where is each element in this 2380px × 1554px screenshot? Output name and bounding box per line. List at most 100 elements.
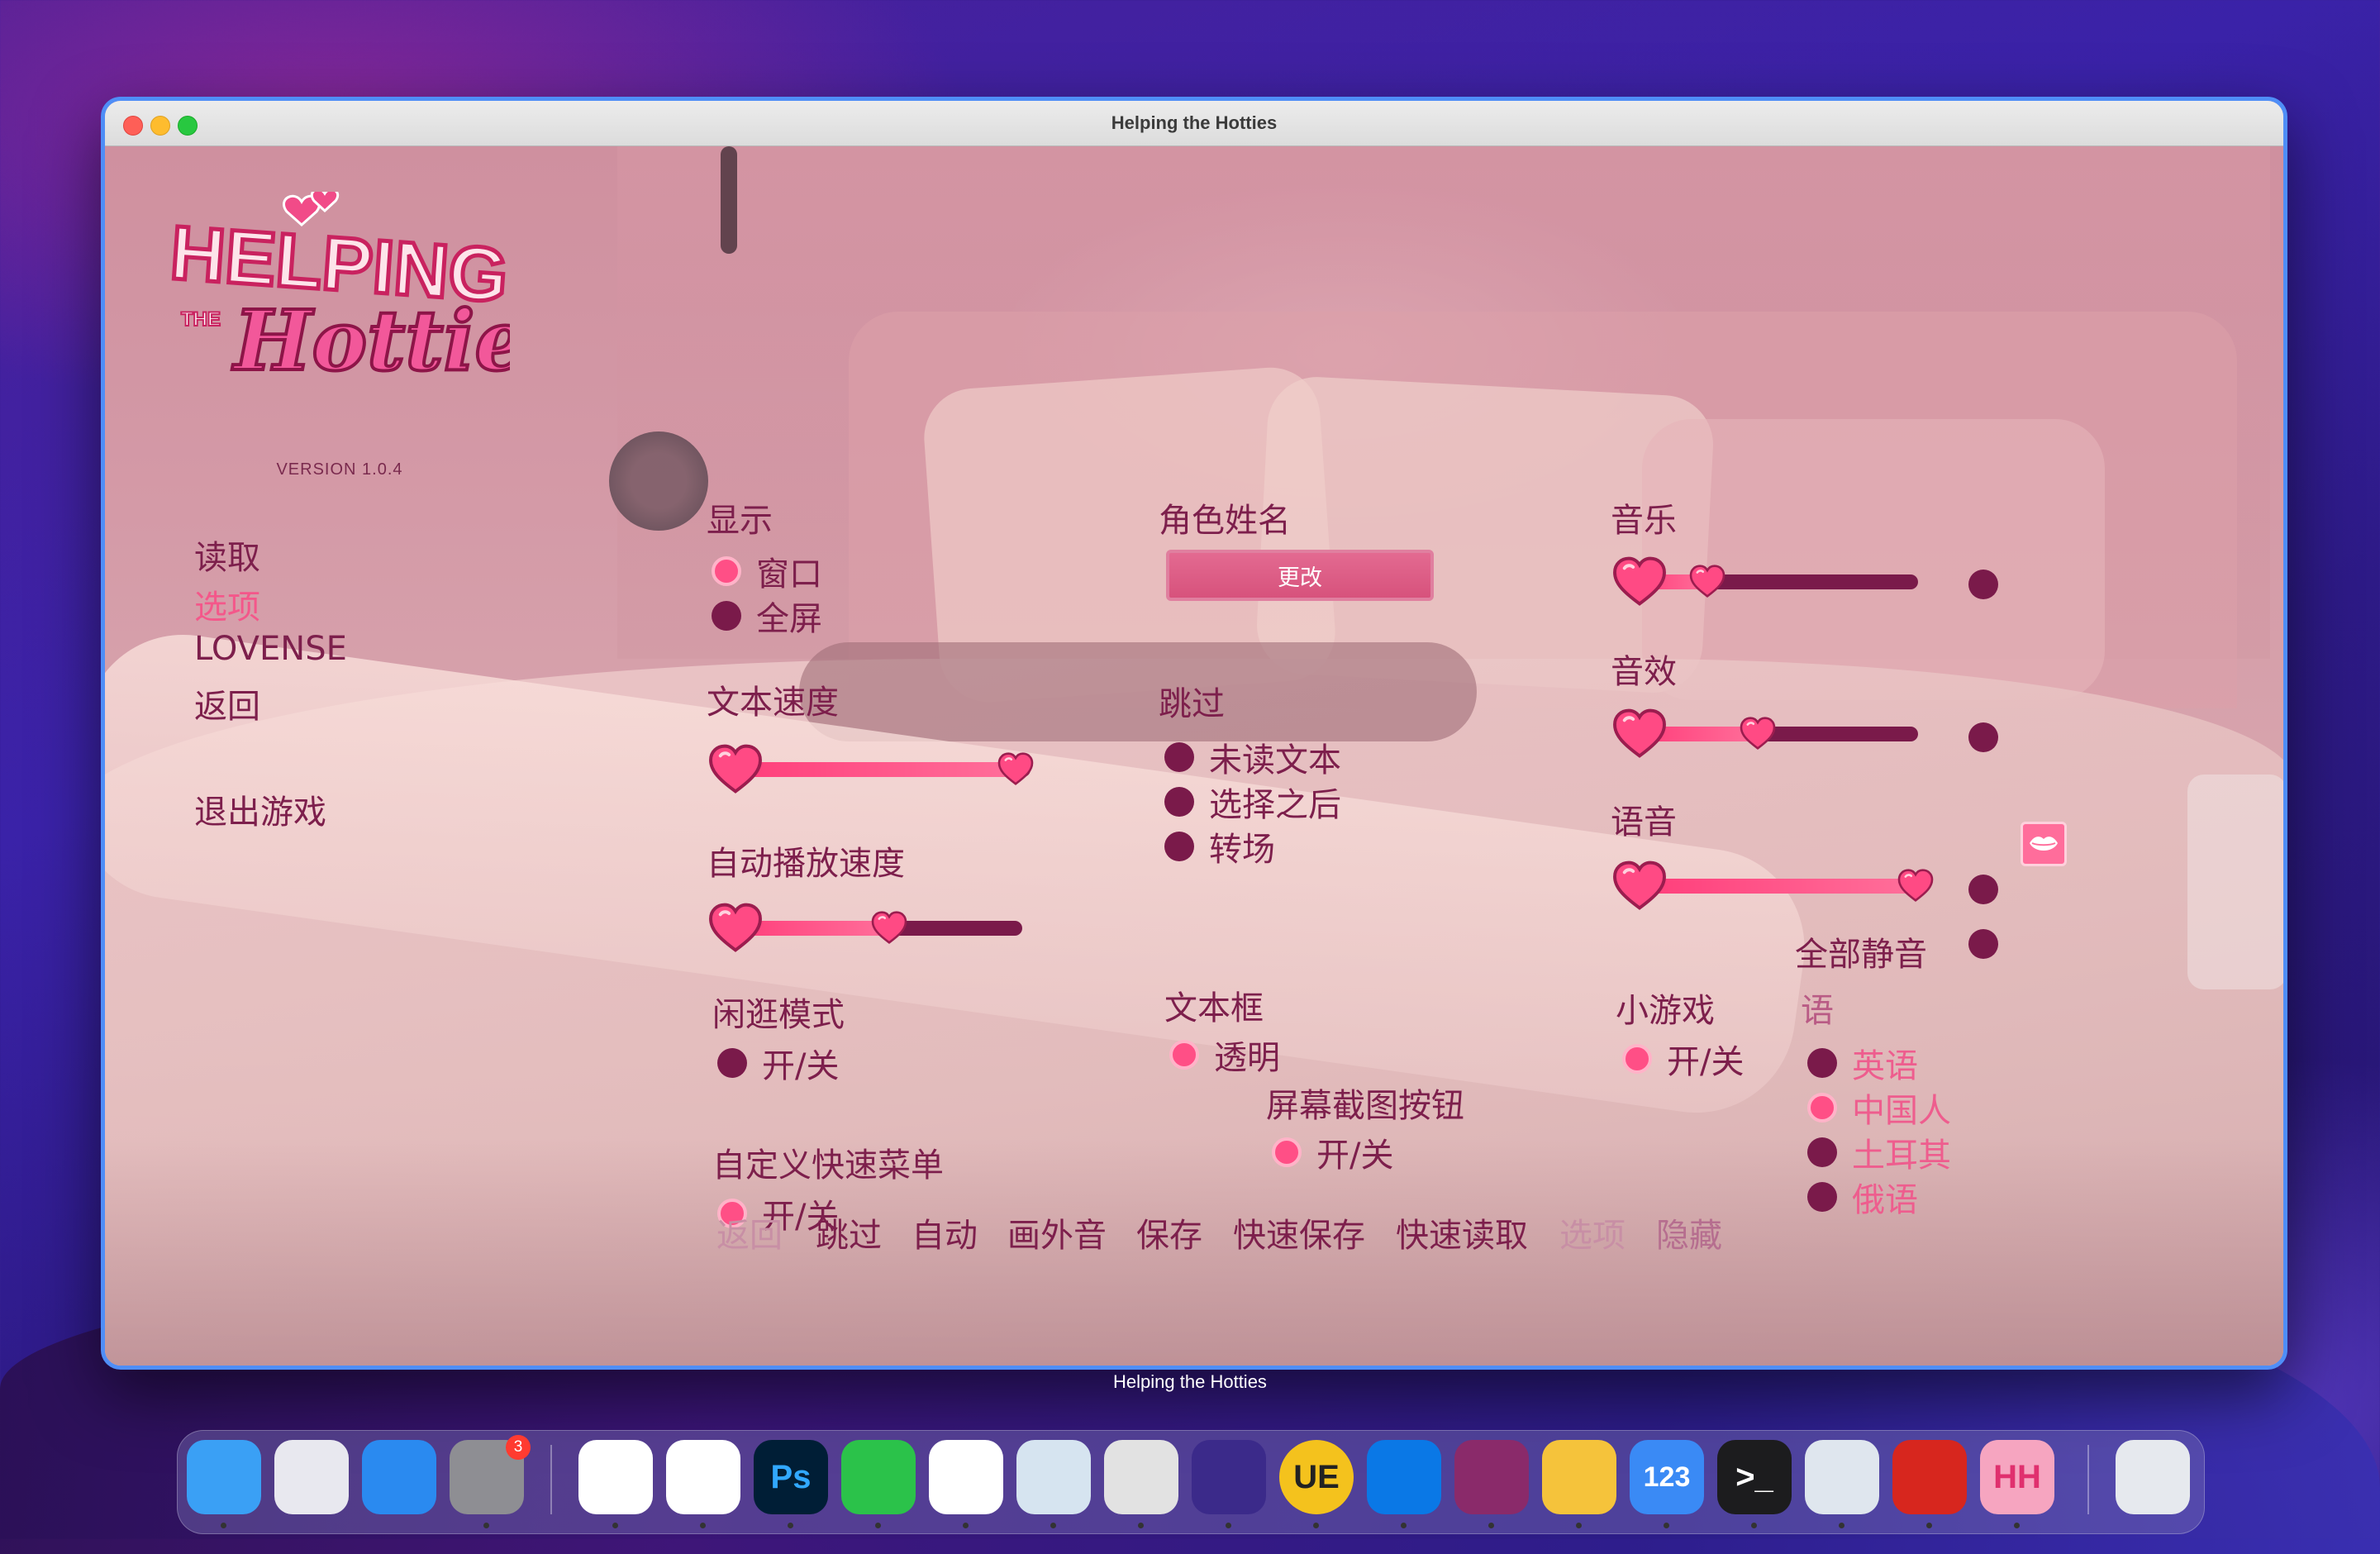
windows-icon[interactable] bbox=[1367, 1440, 1441, 1514]
quick-menu-save[interactable]: 保存 bbox=[1136, 1208, 1202, 1256]
language-chinese-option[interactable]: 中国人 bbox=[1807, 1084, 1951, 1132]
trash-icon[interactable] bbox=[2116, 1440, 2190, 1514]
launchpad-icon[interactable] bbox=[274, 1440, 349, 1514]
display-fullscreen-radio[interactable] bbox=[712, 601, 741, 631]
slider-heart-thumb[interactable] bbox=[1689, 565, 1726, 598]
skip-after-choices-radio[interactable] bbox=[1164, 787, 1194, 817]
screenshot-button-label: 开/关 bbox=[1316, 1137, 1394, 1175]
running-indicator bbox=[221, 1523, 226, 1528]
background-nightstand bbox=[2187, 775, 2283, 989]
music-heading: 音乐 bbox=[1611, 502, 1677, 540]
display-fullscreen-option[interactable]: 全屏 bbox=[712, 592, 822, 640]
display-fullscreen-label: 全屏 bbox=[756, 600, 822, 638]
language-russian-radio[interactable] bbox=[1807, 1182, 1837, 1212]
display-window-radio[interactable] bbox=[712, 556, 741, 586]
change-name-button[interactable]: 更改 bbox=[1166, 550, 1434, 601]
wechat-icon[interactable] bbox=[841, 1440, 916, 1514]
game-icon[interactable]: HH bbox=[1980, 1440, 2054, 1514]
skip-transitions-label: 转场 bbox=[1209, 831, 1275, 869]
parallels-icon[interactable] bbox=[1016, 1440, 1091, 1514]
ue-icon[interactable]: UE bbox=[1279, 1440, 1354, 1514]
finder-icon[interactable] bbox=[187, 1440, 261, 1514]
menu-quit[interactable]: 退出游戏 bbox=[194, 785, 326, 833]
menu-return[interactable]: 返回 bbox=[194, 679, 260, 727]
menu-load[interactable]: 读取 bbox=[194, 531, 260, 579]
textbox-transparent-radio[interactable] bbox=[1169, 1040, 1199, 1070]
running-indicator bbox=[1401, 1523, 1407, 1528]
printer-icon[interactable] bbox=[1104, 1440, 1178, 1514]
quick-menu-options[interactable]: 选项 bbox=[1559, 1208, 1626, 1256]
penguin-icon[interactable] bbox=[929, 1440, 1003, 1514]
sfx-mute-toggle[interactable] bbox=[1968, 722, 1998, 752]
photoshop-icon[interactable]: Ps bbox=[754, 1440, 828, 1514]
archive-icon[interactable] bbox=[1454, 1440, 1529, 1514]
slider-heart-thumb[interactable] bbox=[1897, 869, 1934, 902]
language-english-option[interactable]: 英语 bbox=[1807, 1039, 1918, 1087]
lips-voice-button[interactable] bbox=[2021, 822, 2067, 866]
slider-heart-thumb[interactable] bbox=[997, 752, 1034, 785]
menu-options[interactable]: 选项 bbox=[194, 580, 260, 628]
quick-menu-skip[interactable]: 跳过 bbox=[816, 1208, 882, 1256]
menu-lovense[interactable]: LOVENSE bbox=[194, 630, 347, 668]
sfx-slider[interactable] bbox=[1612, 708, 1926, 758]
minigame-option[interactable]: 开/关 bbox=[1622, 1035, 1744, 1083]
idle-mode-radio[interactable] bbox=[717, 1048, 747, 1078]
slider-fill bbox=[733, 762, 1016, 777]
skip-after-choices-option[interactable]: 选择之后 bbox=[1164, 778, 1341, 826]
skip-unread-radio[interactable] bbox=[1164, 742, 1194, 772]
language-heading: 语 bbox=[1801, 992, 1834, 1030]
text-speed-slider[interactable] bbox=[708, 744, 1039, 794]
acrobat-icon[interactable] bbox=[1892, 1440, 1967, 1514]
title-bar[interactable]: Helping the Hotties bbox=[105, 101, 2283, 146]
language-chinese-radio[interactable] bbox=[1807, 1093, 1837, 1123]
voice-slider[interactable] bbox=[1612, 860, 1934, 910]
running-indicator bbox=[875, 1523, 881, 1528]
character-name-heading: 角色姓名 bbox=[1159, 502, 1291, 540]
language-chinese-label: 中国人 bbox=[1852, 1092, 1951, 1130]
screenshot-button-option[interactable]: 开/关 bbox=[1272, 1128, 1393, 1176]
skip-transitions-radio[interactable] bbox=[1164, 832, 1194, 861]
quick-menu-hide[interactable]: 隐藏 bbox=[1656, 1208, 1722, 1256]
display-heading: 显示 bbox=[707, 502, 773, 540]
diamond-icon[interactable] bbox=[1192, 1440, 1266, 1514]
sfx-heading: 音效 bbox=[1611, 653, 1677, 691]
notification-badge: 3 bbox=[506, 1435, 531, 1460]
quick-menu-quick-load[interactable]: 快速读取 bbox=[1396, 1208, 1528, 1256]
terminal-icon[interactable]: >_ bbox=[1717, 1440, 1792, 1514]
running-indicator bbox=[1226, 1523, 1231, 1528]
mute-all-toggle[interactable] bbox=[1968, 929, 1998, 959]
quick-menu-back[interactable]: 返回 bbox=[716, 1208, 783, 1256]
language-turkish-option[interactable]: 土耳其 bbox=[1807, 1128, 1951, 1176]
folder-icon[interactable] bbox=[1542, 1440, 1616, 1514]
auto-speed-heading: 自动播放速度 bbox=[707, 845, 905, 883]
skip-transitions-option[interactable]: 转场 bbox=[1164, 822, 1275, 870]
skip-unread-option[interactable]: 未读文本 bbox=[1164, 733, 1341, 781]
heart-icon bbox=[1613, 556, 1666, 606]
slider-fill bbox=[1637, 879, 1916, 894]
idle-mode-option[interactable]: 开/关 bbox=[717, 1039, 839, 1087]
textbox-transparent-option[interactable]: 透明 bbox=[1169, 1031, 1280, 1079]
voice-mute-toggle[interactable] bbox=[1968, 875, 1998, 904]
idle-mode-heading: 闲逛模式 bbox=[712, 996, 845, 1034]
chrome-icon[interactable] bbox=[666, 1440, 740, 1514]
quick-menu-quick-save[interactable]: 快速保存 bbox=[1233, 1208, 1365, 1256]
numbers-icon[interactable]: 123 bbox=[1630, 1440, 1704, 1514]
slider-heart-thumb[interactable] bbox=[871, 911, 907, 944]
language-russian-option[interactable]: 俄语 bbox=[1807, 1173, 1918, 1221]
language-turkish-radio[interactable] bbox=[1807, 1137, 1837, 1167]
language-english-radio[interactable] bbox=[1807, 1048, 1837, 1078]
quick-menu-auto[interactable]: 自动 bbox=[912, 1208, 978, 1256]
quick-menu-voice[interactable]: 画外音 bbox=[1007, 1208, 1107, 1256]
cloud-icon[interactable] bbox=[578, 1440, 653, 1514]
auto-speed-slider[interactable] bbox=[708, 903, 1031, 952]
display-window-option[interactable]: 窗口 bbox=[712, 547, 822, 595]
preview-icon[interactable] bbox=[1805, 1440, 1879, 1514]
minigame-radio[interactable] bbox=[1622, 1044, 1652, 1074]
music-slider[interactable] bbox=[1612, 556, 1926, 606]
running-indicator bbox=[1576, 1523, 1582, 1528]
screenshot-button-radio[interactable] bbox=[1272, 1137, 1302, 1167]
display-window-label: 窗口 bbox=[756, 555, 822, 593]
safari-icon[interactable] bbox=[362, 1440, 436, 1514]
slider-heart-thumb[interactable] bbox=[1740, 717, 1776, 750]
music-mute-toggle[interactable] bbox=[1968, 570, 1998, 599]
